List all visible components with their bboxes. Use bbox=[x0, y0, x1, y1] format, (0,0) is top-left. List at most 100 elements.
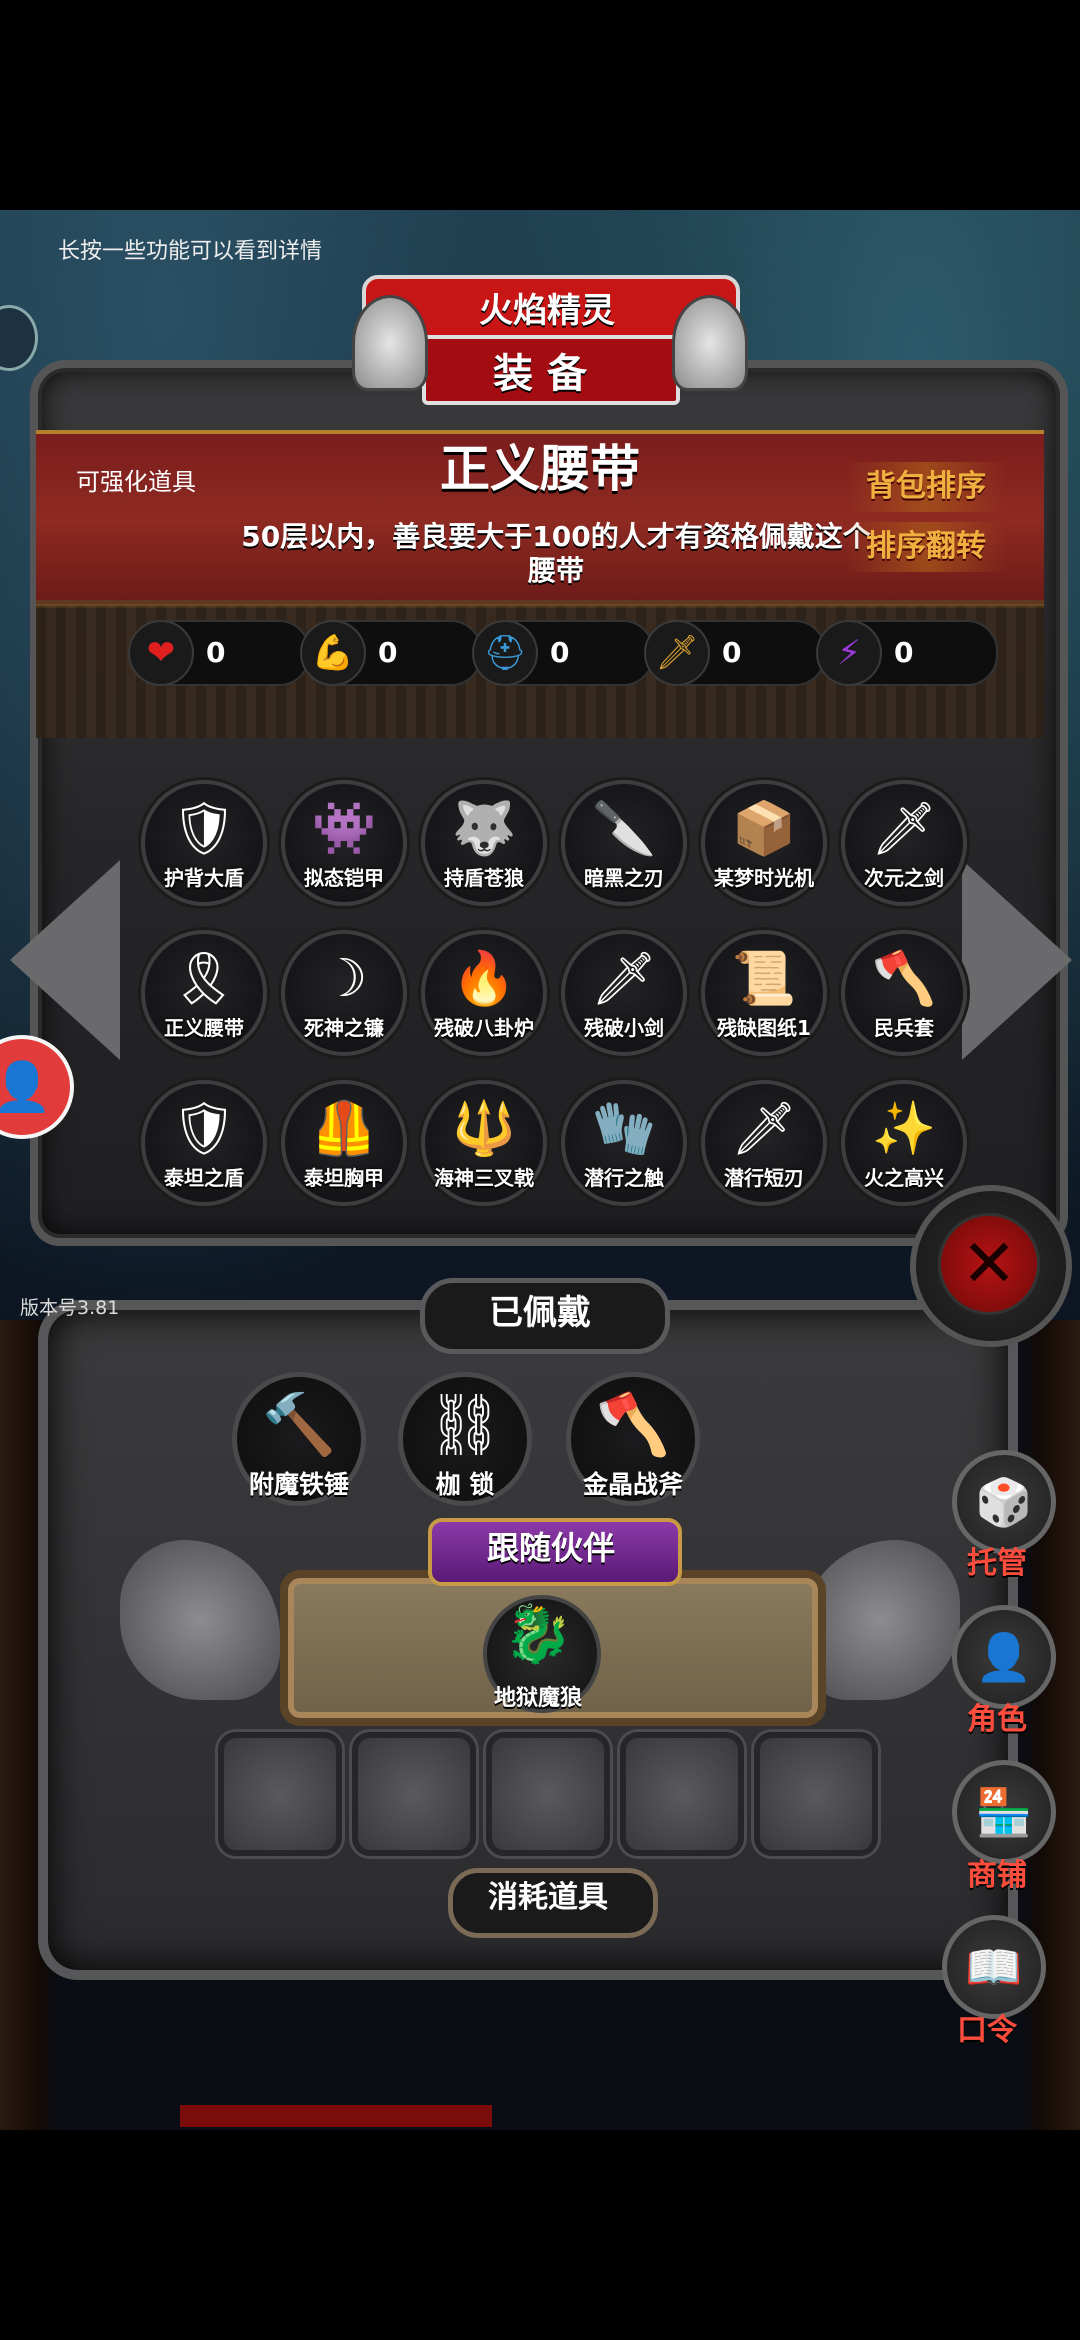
item-icon: 🗡 bbox=[870, 799, 937, 859]
screen-title: 装备 bbox=[493, 351, 601, 397]
next-page-arrow[interactable] bbox=[962, 860, 1072, 1060]
item-icon: 🔱 bbox=[451, 1099, 517, 1159]
equipped-slot[interactable]: ⛓ 枷 锁 bbox=[398, 1372, 532, 1506]
inventory-slot[interactable]: 🔥 残破八卦炉 bbox=[421, 930, 547, 1056]
inventory-slot[interactable]: ☽ 死神之镰 bbox=[281, 930, 407, 1056]
shop-button[interactable]: 🏪 bbox=[952, 1760, 1056, 1864]
stat-value: 0 bbox=[722, 636, 742, 669]
item-label: 泰坦胸甲 bbox=[304, 1166, 384, 1190]
strength-icon: 💪 bbox=[300, 620, 366, 686]
book-icon: 📖 bbox=[965, 1940, 1023, 1994]
version-label: 版本号3.81 bbox=[20, 1297, 120, 1319]
item-icon: 🛡 bbox=[170, 1099, 237, 1159]
sword-icon: 🗡 bbox=[644, 620, 710, 686]
item-label: 持盾苍狼 bbox=[444, 866, 524, 890]
equipped-label: 枷 锁 bbox=[435, 1470, 495, 1499]
item-label: 某梦时光机 bbox=[714, 866, 814, 890]
item-icon: 🗡 bbox=[590, 949, 657, 1009]
item-icon: ☽ bbox=[320, 949, 368, 1009]
inventory-slot[interactable]: 📜 残缺图纸1 bbox=[701, 930, 827, 1056]
inventory-slot[interactable]: 🛡 护背大盾 bbox=[141, 780, 267, 906]
gargoyle-left-icon bbox=[352, 295, 428, 391]
hell-wolf-icon: 🐉 bbox=[503, 1602, 573, 1667]
item-label: 残破小剑 bbox=[584, 1016, 664, 1040]
inventory-slot[interactable]: 🎗 正义腰带 bbox=[141, 930, 267, 1056]
consumable-title: 消耗道具 bbox=[488, 1880, 608, 1915]
inventory-slot[interactable]: 🧤 潜行之触 bbox=[561, 1080, 687, 1206]
dice-icon: 🎲 bbox=[975, 1475, 1033, 1529]
stat-value: 0 bbox=[550, 636, 570, 669]
item-icon: 🧤 bbox=[591, 1099, 657, 1159]
gargoyle-right-icon bbox=[672, 295, 748, 391]
stat-value: 0 bbox=[894, 636, 914, 669]
equipped-title: 已佩戴 bbox=[489, 1293, 591, 1333]
item-label: 正义腰带 bbox=[164, 1016, 244, 1040]
heart-icon: ❤ bbox=[128, 620, 194, 686]
close-button[interactable]: ✕ bbox=[910, 1185, 1072, 1347]
inventory-slot[interactable]: 🗡 残破小剑 bbox=[561, 930, 687, 1056]
inventory-slot[interactable]: 🗡 潜行短刃 bbox=[701, 1080, 827, 1206]
person-icon: 👤 bbox=[0, 1059, 52, 1115]
hammer-icon: 🔨 bbox=[261, 1390, 337, 1460]
equipped-slot[interactable]: 🔨 附魔铁锤 bbox=[232, 1372, 366, 1506]
prev-page-arrow[interactable] bbox=[10, 860, 120, 1060]
inventory-slot[interactable]: 🦺 泰坦胸甲 bbox=[281, 1080, 407, 1206]
shop-icon: 🏪 bbox=[975, 1785, 1033, 1839]
hooded-figure-icon: 👤 bbox=[975, 1630, 1033, 1684]
stat-attack[interactable]: 🗡 0 bbox=[644, 620, 826, 686]
consumable-slot[interactable] bbox=[754, 1732, 878, 1856]
stat-heart[interactable]: ❤ 0 bbox=[128, 620, 310, 686]
item-icon: 🔥 bbox=[451, 949, 517, 1009]
inventory-slot[interactable]: 🔱 海神三叉戟 bbox=[421, 1080, 547, 1206]
item-label: 残缺图纸1 bbox=[717, 1016, 811, 1040]
consumable-slot[interactable] bbox=[352, 1732, 476, 1856]
item-icon: 🔪 bbox=[591, 799, 657, 859]
sort-bag-button[interactable]: 背包排序 bbox=[846, 462, 1006, 512]
auto-label: 托管 bbox=[967, 1546, 1027, 1581]
companion-label: 地狱魔狼 bbox=[493, 1686, 582, 1711]
equipped-label: 附魔铁锤 bbox=[248, 1470, 349, 1499]
inventory-slot[interactable]: 🗡 次元之剑 bbox=[841, 780, 967, 906]
item-icon: 📦 bbox=[731, 799, 797, 859]
item-label: 火之高兴 bbox=[864, 1166, 944, 1190]
item-label: 民兵套 bbox=[874, 1016, 934, 1040]
inventory-slot[interactable]: 🐺 持盾苍狼 bbox=[421, 780, 547, 906]
item-icon: 🛡 bbox=[170, 799, 237, 859]
stat-defense[interactable]: ⛑ 0 bbox=[472, 620, 654, 686]
character-label: 角色 bbox=[967, 1702, 1027, 1737]
inventory-slot[interactable]: 👾 拟态铠甲 bbox=[281, 780, 407, 906]
password-label: 口令 bbox=[957, 2013, 1017, 2048]
axe-icon: 🪓 bbox=[595, 1390, 671, 1460]
item-icon: 📜 bbox=[731, 949, 797, 1009]
inventory-slot[interactable]: 🛡 泰坦之盾 bbox=[141, 1080, 267, 1206]
stat-magic[interactable]: ⚡ 0 bbox=[816, 620, 998, 686]
item-label: 海神三叉戟 bbox=[434, 1166, 534, 1190]
inventory-slot[interactable]: 📦 某梦时光机 bbox=[701, 780, 827, 906]
item-label: 护背大盾 bbox=[164, 866, 244, 890]
item-icon: 🗡 bbox=[730, 1099, 797, 1159]
consumable-slot[interactable] bbox=[218, 1732, 342, 1856]
equipped-slot[interactable]: 🪓 金晶战斧 bbox=[566, 1372, 700, 1506]
item-label: 拟态铠甲 bbox=[304, 866, 384, 890]
item-label: 潜行短刃 bbox=[724, 1166, 804, 1190]
close-icon: ✕ bbox=[938, 1213, 1040, 1315]
item-icon: 🪓 bbox=[871, 949, 937, 1009]
inventory-slot[interactable]: 🪓 民兵套 bbox=[841, 930, 967, 1056]
stat-strength[interactable]: 💪 0 bbox=[300, 620, 482, 686]
item-label: 泰坦之盾 bbox=[164, 1166, 244, 1190]
item-label: 潜行之触 bbox=[584, 1166, 664, 1190]
password-button[interactable]: 📖 bbox=[942, 1915, 1046, 2019]
item-description: 50层以内，善良要大于100的人才有资格佩戴这个腰带 bbox=[241, 520, 871, 587]
lightning-icon: ⚡ bbox=[816, 620, 882, 686]
item-label: 残破八卦炉 bbox=[434, 1016, 534, 1040]
helmet-icon: ⛑ bbox=[472, 620, 538, 686]
item-label: 死神之镰 bbox=[304, 1016, 384, 1040]
item-icon: 🐺 bbox=[451, 799, 517, 859]
chain-icon: ⛓ bbox=[426, 1390, 504, 1460]
consumable-slot[interactable] bbox=[486, 1732, 610, 1856]
flip-sort-button[interactable]: 排序翻转 bbox=[846, 522, 1006, 572]
inventory-slot[interactable]: 🔪 暗黑之刃 bbox=[561, 780, 687, 906]
consumable-slot[interactable] bbox=[620, 1732, 744, 1856]
bottom-red-strip bbox=[180, 2105, 492, 2127]
inventory-slot[interactable]: ✨ 火之高兴 bbox=[841, 1080, 967, 1206]
